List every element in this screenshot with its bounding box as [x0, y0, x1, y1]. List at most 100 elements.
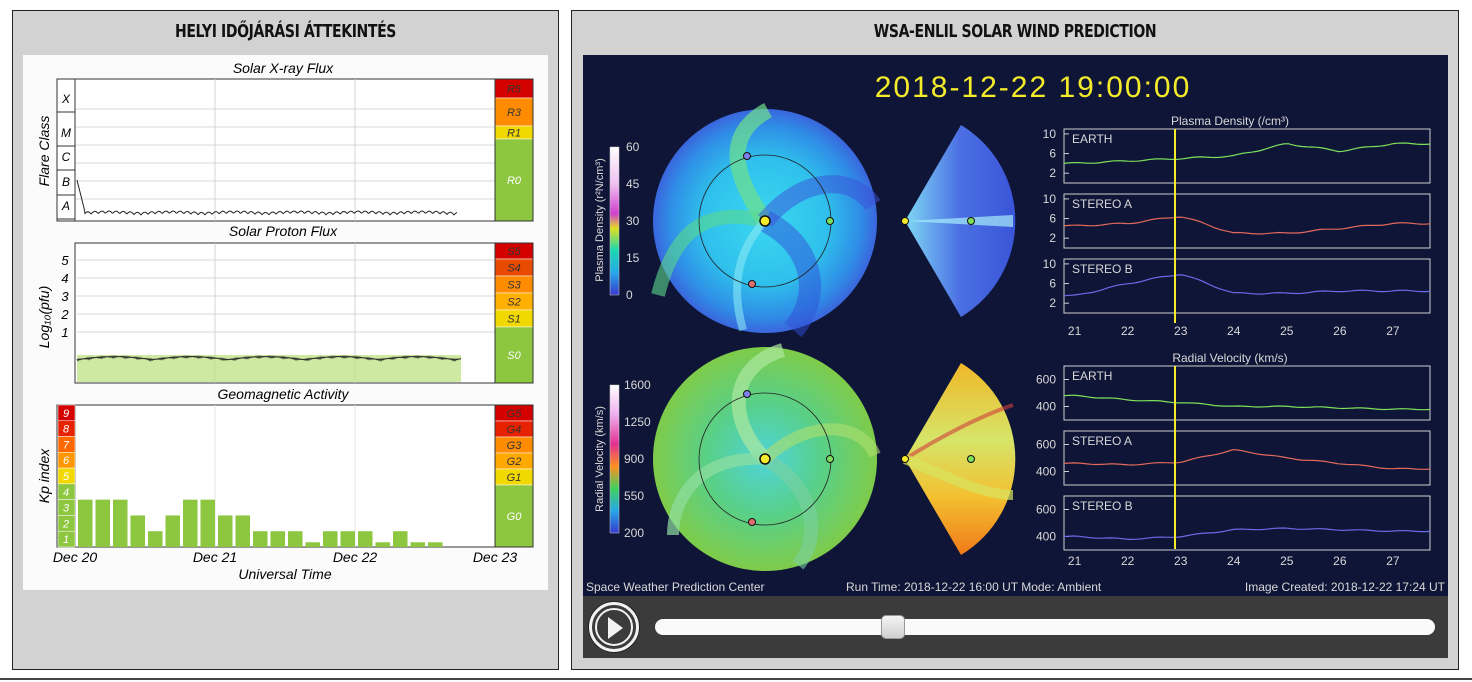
timeseries-ytick: 600 [1036, 503, 1056, 517]
proton-flux-fill [77, 355, 461, 382]
enlil-animation-frame: 2018-12-22 19:00:00 Plasma Density (r²N/… [583, 55, 1448, 596]
left-panel-title: HELYI IDŐJÁRÁSI ÁTTEKINTÉS [174, 21, 397, 42]
timeseries-ytick: 2 [1049, 296, 1056, 310]
proton-tick-label: 1 [61, 325, 68, 340]
density-plot-title: Plasma Density (/cm³) [1171, 114, 1289, 128]
timeseries-line [1063, 527, 1431, 540]
kp-level-label: 9 [63, 408, 69, 420]
density-colorbar [609, 146, 620, 296]
density-xtick: 22 [1121, 324, 1135, 338]
proton-scale-label: S4 [507, 263, 520, 275]
timeseries-ytick: 10 [1043, 192, 1057, 206]
density-xtick: 25 [1280, 324, 1294, 338]
play-icon [608, 617, 623, 639]
kp-bar [183, 499, 198, 547]
kp-level-label: 2 [62, 518, 69, 530]
sw-xtick-label: Dec 23 [473, 549, 518, 565]
proton-scale-label: S0 [507, 350, 521, 362]
kp-bar [200, 499, 215, 547]
kp-bar [393, 531, 408, 547]
geomag-scale-label: G5 [507, 408, 523, 420]
xray-class-label: A [61, 199, 70, 213]
geomag-scale-label: G1 [507, 472, 522, 484]
kp-bar [253, 531, 268, 547]
xray-scale-label: R0 [507, 175, 522, 187]
kp-level-label: 3 [63, 503, 70, 515]
velocity-disk [653, 343, 881, 571]
geomag-ylabel: Kp index [36, 448, 52, 503]
timeline-slider-thumb[interactable] [881, 615, 905, 639]
kp-level-label: 6 [63, 455, 70, 467]
kp-bar [288, 531, 303, 547]
velocity-xtick: 26 [1333, 554, 1347, 568]
timeseries-ytick: 10 [1043, 257, 1057, 271]
density-xtick: 27 [1386, 324, 1400, 338]
timeseries-ytick: 600 [1036, 373, 1056, 387]
xray-class-label: X [61, 92, 71, 106]
proton-tick-label: 4 [61, 271, 68, 286]
timeline-slider[interactable] [655, 615, 1435, 639]
timeseries-ytick: 10 [1043, 127, 1057, 141]
density-colorbar-tick: 60 [626, 140, 640, 154]
timeseries-ytick: 6 [1049, 277, 1056, 291]
timeseries-series-name: EARTH [1072, 369, 1112, 383]
sw-xtick-label: Dec 20 [53, 549, 98, 565]
timeseries-series-name: STEREO A [1072, 197, 1132, 211]
velocity-xtick: 27 [1386, 554, 1400, 568]
kp-bar [130, 515, 145, 547]
proton-scale-label: S3 [507, 280, 521, 292]
proton-tick-label: 5 [61, 253, 69, 268]
xray-scale-label: R1 [507, 128, 521, 140]
velocity-xtick: 22 [1121, 554, 1135, 568]
timeseries-panel [1063, 128, 1431, 184]
geomag-scale-label: G3 [507, 440, 523, 452]
velocity-colorbar-label: Radial Velocity (km/s) [594, 406, 606, 512]
timeseries-ytick: 400 [1036, 465, 1056, 479]
velocity-colorbar [609, 384, 620, 534]
sw-xtick-label: Dec 21 [193, 549, 237, 565]
xray-ylabel: Flare Class [36, 116, 52, 187]
xray-class-label: B [62, 175, 70, 189]
xray-class-label: M [61, 126, 71, 140]
timeseries-series-name: STEREO B [1072, 499, 1133, 513]
timeseries-line [1063, 216, 1431, 235]
timeseries-ytick: 6 [1049, 147, 1056, 161]
velocity-plot-title: Radial Velocity (km/s) [1172, 351, 1287, 365]
density-xtick: 24 [1227, 324, 1241, 338]
kp-level-label: 4 [63, 487, 69, 499]
kp-bar [375, 542, 390, 547]
kp-bar [235, 515, 250, 547]
velocity-xtick: 25 [1280, 554, 1294, 568]
proton-title: Solar Proton Flux [229, 223, 338, 239]
footer-right: Image Created: 2018-12-22 17:24 UT [1245, 580, 1446, 594]
density-xtick: 21 [1068, 324, 1082, 338]
density-disk [651, 103, 881, 338]
kp-level-label: 7 [63, 439, 70, 451]
right-panel-title: WSA-ENLIL SOLAR WIND PREDICTION [873, 21, 1157, 42]
space-weather-overview-panel: HELYI IDŐJÁRÁSI ÁTTEKINTÉS Solar X-ray F… [12, 10, 559, 670]
geomag-scale-label: G2 [507, 456, 522, 468]
timeseries-ytick: 2 [1049, 166, 1056, 180]
density-colorbar-label: Plasma Density (r²N/cm³) [594, 158, 606, 281]
kp-bar [305, 542, 320, 547]
kp-bar [428, 542, 443, 547]
density-colorbar-tick: 0 [626, 288, 633, 302]
proton-tick-label: 2 [60, 307, 69, 322]
density-colorbar-tick: 15 [626, 251, 640, 265]
geomag-title: Geomagnetic Activity [218, 386, 350, 402]
xray-title: Solar X-ray Flux [233, 60, 334, 76]
timeseries-ytick: 600 [1036, 438, 1056, 452]
velocity-colorbar-tick: 550 [624, 489, 644, 503]
density-colorbar-tick: 30 [626, 214, 640, 228]
timeseries-ytick: 6 [1049, 212, 1056, 226]
timeseries-line [1063, 394, 1431, 411]
play-button[interactable] [589, 602, 639, 652]
velocity-colorbar-tick: 1250 [624, 415, 651, 429]
xray-class-label: C [62, 150, 71, 164]
sw-xlabel: Universal Time [238, 566, 331, 582]
density-xtick: 23 [1174, 324, 1188, 338]
density-xtick: 26 [1333, 324, 1347, 338]
kp-bar [148, 531, 163, 547]
enlil-svg: 2018-12-22 19:00:00 Plasma Density (r²N/… [586, 71, 1446, 594]
proton-ylabel: Log₁₀(pfu) [36, 286, 52, 348]
